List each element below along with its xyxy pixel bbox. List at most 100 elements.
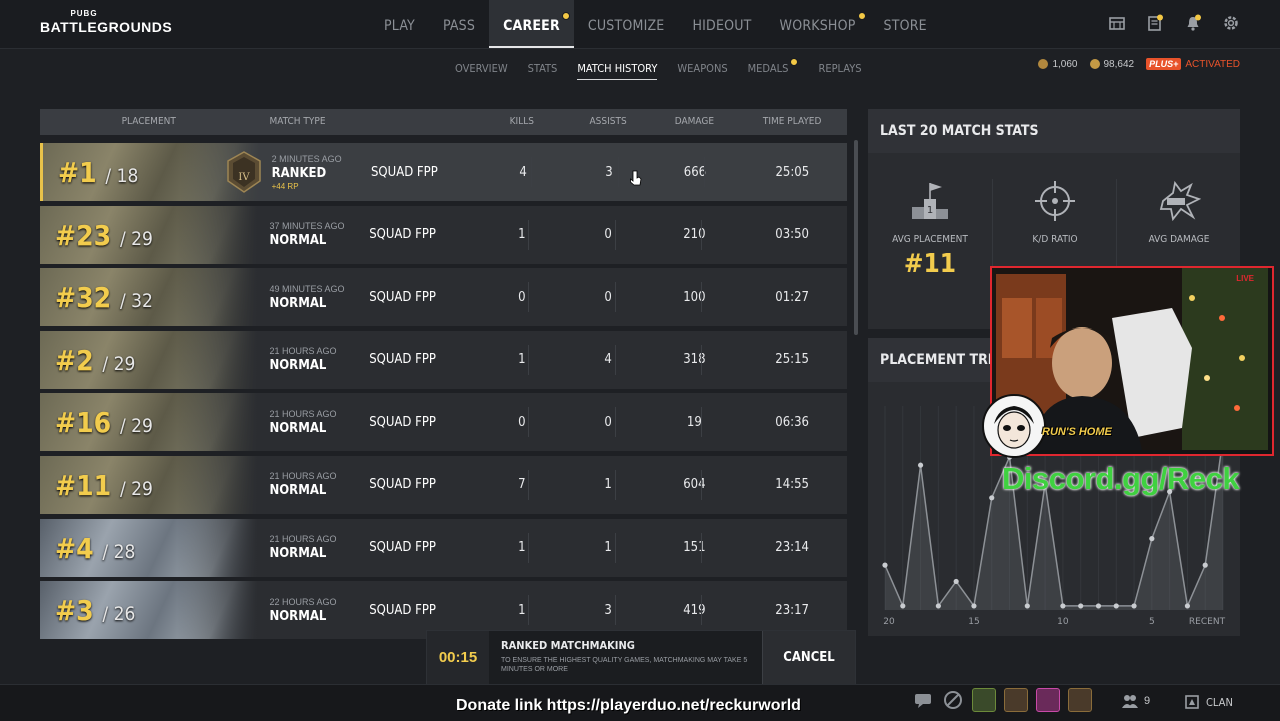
mission-icon[interactable] <box>1146 14 1164 32</box>
table-row[interactable]: #16 / 29 21 HOURS AGO NORMAL SQUAD FPP 0 0 19 0… <box>40 393 847 452</box>
damage-value: 151 <box>683 540 706 556</box>
table-row[interactable]: #32 / 32 49 MINUTES AGO NORMAL SQUAD FPP 0 0 1… <box>40 268 847 327</box>
subnav-stats[interactable]: STATS <box>528 62 558 80</box>
map-thumbnail: #2 / 29 <box>40 330 258 389</box>
pubg-logo[interactable]: PUBG BATTLEGROUNDS <box>40 10 172 35</box>
table-row[interactable]: #23 / 29 37 MINUTES AGO NORMAL SQUAD FPP 1 0 2… <box>40 205 847 264</box>
subnav-match-history[interactable]: MATCH HISTORY <box>577 62 658 80</box>
gear-icon[interactable] <box>1222 14 1240 32</box>
nav-store[interactable]: STORE <box>870 0 941 48</box>
rank-points: +44 RP <box>271 181 299 191</box>
column-divider <box>615 344 616 375</box>
time-played-value: 25:05 <box>775 164 810 180</box>
friend-avatar-2[interactable] <box>1004 688 1028 712</box>
subnav-medals[interactable]: MEDALS <box>748 62 789 80</box>
damage-value: 604 <box>683 477 706 493</box>
career-sub-nav: OVERVIEW STATS MATCH HISTORY WEAPONS MEDALS R… <box>455 58 862 80</box>
nav-customize[interactable]: CUSTOMIZE <box>574 0 679 48</box>
table-row[interactable]: #11 / 29 21 HOURS AGO NORMAL SQUAD FPP 7 1 604… <box>40 455 847 514</box>
match-type: NORMAL <box>269 358 327 374</box>
chat-icon[interactable] <box>912 689 934 711</box>
last-20-title: LAST 20 MATCH STATS <box>868 109 1240 153</box>
plus-badge[interactable]: PLUS+ <box>1146 58 1182 70</box>
time-played-value: 06:36 <box>775 414 809 430</box>
trend-x-label: 20 <box>883 617 895 627</box>
column-divider <box>701 532 702 563</box>
avg-damage-stat: AVG DAMAGE <box>1116 179 1241 279</box>
inventory-icon[interactable] <box>1108 14 1126 32</box>
party-count[interactable]: 9 <box>1122 694 1150 708</box>
trend-point <box>989 495 995 501</box>
trend-point <box>1202 562 1208 568</box>
col-placement: PLACEMENT <box>121 116 176 127</box>
column-divider <box>528 532 529 563</box>
col-assists: ASSISTS <box>589 116 627 127</box>
match-type-cell: 21 HOURS AGO NORMAL <box>269 534 369 561</box>
column-divider <box>701 469 702 500</box>
table-header: PLACEMENT MATCH TYPE KILLS ASSISTS DAMAG… <box>40 109 847 135</box>
map-thumbnail: #4 / 28 <box>40 518 258 577</box>
bp-balance: 1,060 <box>1038 59 1078 70</box>
thumb-fade <box>177 455 258 514</box>
placement: #4 / 28 <box>55 531 136 565</box>
table-scrollbar[interactable] <box>854 140 858 335</box>
nav-pass[interactable]: PASS <box>429 0 489 48</box>
main-nav: PLAY PASS CAREER CUSTOMIZE HIDEOUT WORKSHOP ST… <box>370 0 941 48</box>
table-row[interactable]: #2 / 29 21 HOURS AGO NORMAL SQUAD FPP 1 4 318 2… <box>40 330 847 389</box>
kills-value: 1 <box>518 602 526 618</box>
queue-description: TO ENSURE THE HIGHEST QUALITY GAMES, MAT… <box>501 657 748 674</box>
match-type: NORMAL <box>269 233 327 249</box>
subnav-replays[interactable]: REPLAYS <box>818 62 861 80</box>
trend-point <box>1024 603 1030 609</box>
g-coin-balance[interactable]: 98,642 <box>1089 59 1134 70</box>
bp-coin-icon <box>1038 59 1049 69</box>
clan-button[interactable]: CLAN <box>1184 694 1233 710</box>
time-ago: 21 HOURS AGO <box>269 408 337 419</box>
game-mode: SQUAD FPP <box>369 289 436 305</box>
assists-value: 1 <box>604 540 612 556</box>
subnav-weapons[interactable]: WEAPONS <box>677 62 727 80</box>
column-divider <box>701 595 702 626</box>
top-icons <box>1108 14 1240 32</box>
streamer-tag: RUN'S HOME <box>1042 426 1112 438</box>
friend-avatar-4[interactable] <box>1068 688 1092 712</box>
kd-stat: K/D RATIO <box>992 179 1117 279</box>
col-kills: KILLS <box>509 116 534 127</box>
queue-title: RANKED MATCHMAKING <box>501 639 635 652</box>
trend-point <box>1113 603 1119 609</box>
match-type: RANKED <box>271 165 327 181</box>
emote-wheel-icon[interactable] <box>942 689 964 711</box>
time-ago: 21 HOURS AGO <box>269 471 337 482</box>
time-played-value: 23:17 <box>775 602 809 618</box>
placement: #3 / 26 <box>55 594 136 628</box>
nav-career[interactable]: CAREER <box>489 0 574 48</box>
discord-overlay-text: Discord.gg/Reck <box>1002 461 1240 496</box>
friend-avatar-1[interactable] <box>972 688 996 712</box>
column-divider <box>701 219 702 250</box>
table-row[interactable]: #1 / 18 2 MINUTES AGO RANKED +44 RP SQUAD FP… <box>40 143 847 201</box>
damage-value: 210 <box>683 227 706 243</box>
cancel-matchmaking-button[interactable]: CANCEL <box>762 631 855 685</box>
nav-play[interactable]: PLAY <box>370 0 429 48</box>
nav-hideout[interactable]: HIDEOUT <box>678 0 765 48</box>
placement: #16 / 29 <box>55 406 153 440</box>
nav-workshop[interactable]: WORKSHOP <box>766 0 870 48</box>
new-indicator-dot <box>790 58 799 66</box>
rank-badge-icon: IV <box>225 151 263 193</box>
donate-overlay-text: Donate link https://playerduo.net/reckur… <box>456 697 801 714</box>
trend-point <box>1184 603 1191 609</box>
time-played-value: 03:50 <box>775 227 809 243</box>
thumb-fade <box>177 268 258 327</box>
kills-value: 4 <box>519 164 527 180</box>
column-divider <box>528 344 529 375</box>
currency-bar: 1,060 98,642 PLUS+ ACTIVATED <box>1038 58 1240 70</box>
notification-bell-icon[interactable] <box>1184 14 1202 32</box>
subnav-overview[interactable]: OVERVIEW <box>455 62 508 80</box>
crosshair-icon <box>1035 181 1075 221</box>
queue-timer: 00:15 <box>427 631 489 685</box>
table-row[interactable]: #4 / 28 21 HOURS AGO NORMAL SQUAD FPP 1 1 151 2… <box>40 518 847 577</box>
bottom-icons <box>912 688 1092 712</box>
time-played-value: 25:15 <box>775 352 809 368</box>
trend-point <box>900 603 906 609</box>
friend-avatar-3[interactable] <box>1036 688 1060 712</box>
